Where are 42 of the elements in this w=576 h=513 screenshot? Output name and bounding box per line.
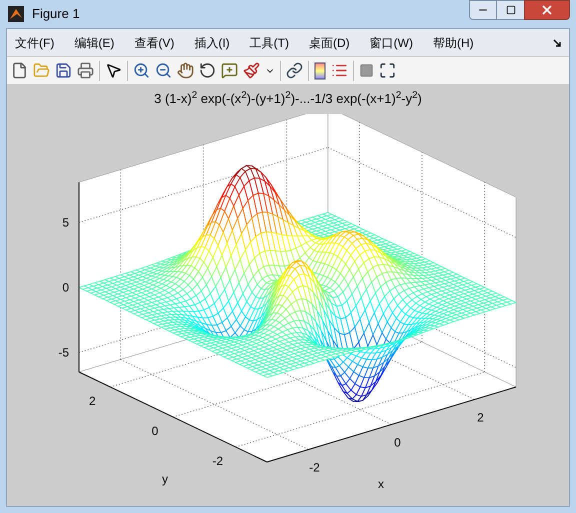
app-logo-icon [8,6,24,22]
toolbar-icon[interactable] [177,62,194,79]
dock-arrow-icon[interactable] [553,38,561,46]
link-icon[interactable] [286,62,303,79]
toolbar-icon[interactable] [155,62,172,79]
x-tick-label: 2 [477,410,484,424]
y-tick-label: 0 [152,424,158,438]
toolbar-icon[interactable] [199,62,216,79]
maximize-icon [506,5,516,15]
toolbar-icon[interactable] [77,62,94,79]
menu-item[interactable]: 编辑(E) [74,34,114,52]
y-tick-label: 2 [89,394,96,408]
x-tick-label: 0 [394,436,401,450]
toolbar-icon[interactable] [55,62,72,79]
z-tick-label: 5 [62,216,69,230]
brush-icon[interactable] [243,62,260,79]
menu-item[interactable]: 桌面(D) [308,34,350,52]
plot-title: 3 (1-x)$^{2}$ exp(-(x$^{2}$)-(y+1)$^{2}$)-...-1/3 exp(-(x+1)$^{2}$-y$^{2}$) [154,89,422,108]
window-title: Figure 1 [32,5,80,24]
frame-icon[interactable] [379,62,396,79]
menu-item[interactable]: 帮助(H) [432,34,474,52]
toolbar-icon[interactable] [221,62,238,79]
menu-item[interactable]: 文件(F) [15,34,54,52]
menu-item[interactable]: 工具(T) [250,34,289,52]
z-tick-label: -5 [58,346,69,360]
x-axis-label: x [378,477,384,491]
x-tick-label: -2 [309,460,320,474]
close-button[interactable] [524,0,570,20]
pointer-icon[interactable] [105,62,122,79]
legend-icon[interactable] [331,62,348,79]
y-axis-label: y [162,472,168,486]
toolbar-icon[interactable] [133,62,150,79]
menu-item[interactable]: 插入(I) [194,34,230,52]
z-tick-label: 0 [62,280,69,294]
maximize-button[interactable] [497,0,524,20]
y-tick-label: -2 [212,454,223,468]
menu-item[interactable]: 查看(V) [134,34,174,52]
close-icon [540,3,554,17]
toolbar-icon[interactable] [11,62,28,79]
menu-item[interactable]: 窗口(W) [370,34,413,52]
square-icon[interactable] [359,63,374,78]
colorbar-icon[interactable] [314,62,326,80]
